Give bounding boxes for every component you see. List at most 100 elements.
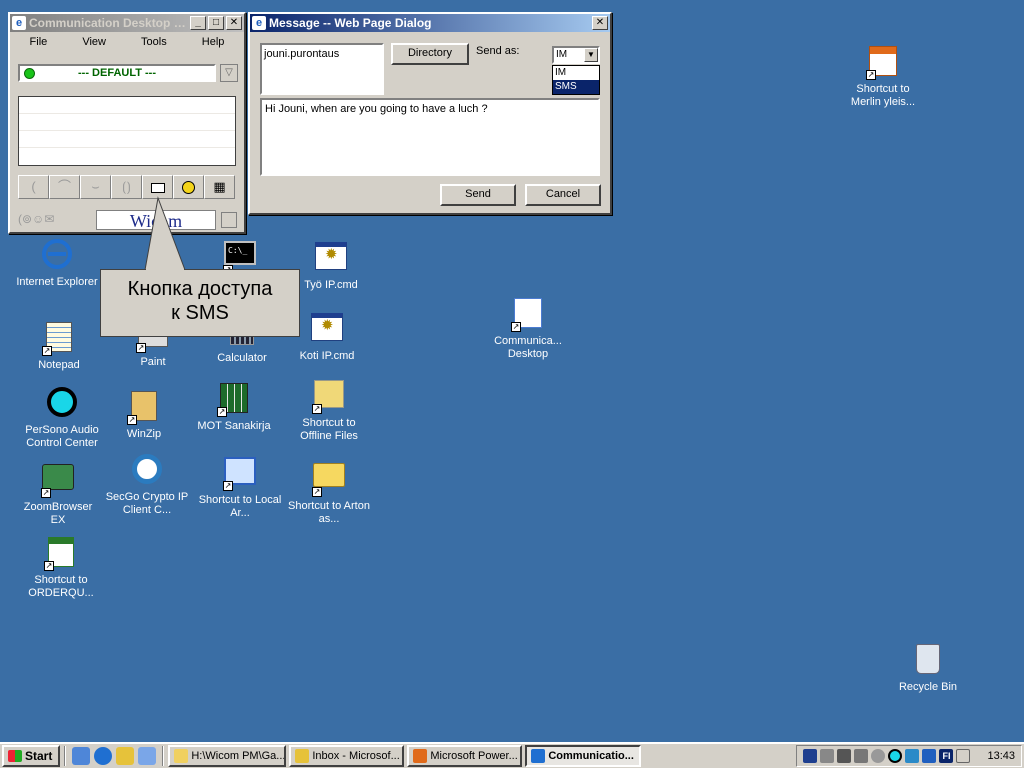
answer-icon[interactable]: ⌣ [80, 175, 111, 199]
desktop-icon-secgo[interactable]: SecGo Crypto IP Client C... [105, 452, 189, 517]
quicklaunch-app-icon[interactable] [138, 747, 157, 765]
desktop-icon-notepad[interactable]: ↗ Notepad [17, 320, 101, 372]
speaker-icon [47, 387, 77, 417]
desktop-icon-recycle-bin[interactable]: Recycle Bin [886, 642, 970, 694]
send-button[interactable]: Send [440, 184, 516, 206]
keyboard-icon[interactable] [956, 749, 971, 763]
menu-file[interactable]: File [30, 36, 48, 54]
script-icon [311, 313, 343, 341]
transfer-icon[interactable]: ⟮⟯ [111, 175, 142, 199]
status-row: (⊚☺✉ Wicom [16, 210, 238, 232]
presence-button[interactable] [173, 175, 204, 199]
title-bar[interactable]: e Message -- Web Page Dialog ✕ [250, 14, 610, 32]
audio-icon[interactable] [888, 749, 903, 763]
camera-icon [42, 464, 74, 490]
separator [64, 746, 67, 766]
call-toolbar: ( ⌒ ⌣ ⟮⟯ ▦ [18, 175, 236, 199]
start-button[interactable]: Start [2, 745, 61, 767]
message-dialog: e Message -- Web Page Dialog ✕ jouni.pur… [248, 12, 612, 215]
list-item[interactable] [19, 97, 235, 114]
callout-line: к SMS [171, 302, 229, 324]
close-icon[interactable]: ✕ [592, 16, 608, 30]
desktop-icon-arton[interactable]: ↗ Shortcut to Arton as... [287, 457, 371, 526]
icon-label: Shortcut to Offline Files [300, 417, 358, 442]
callout-line: Кнопка доступа [127, 278, 273, 300]
window-title: Communication Desktop - ... [29, 16, 188, 30]
desktop-icon-winzip[interactable]: ↗ WinZip [102, 389, 186, 441]
minimize-icon[interactable]: _ [190, 16, 206, 30]
clock[interactable]: 13:43 [987, 750, 1015, 762]
arrow-icon[interactable] [922, 749, 937, 763]
display-icon[interactable] [854, 749, 869, 763]
desktop-icon-merlin[interactable]: ↗ Shortcut to Merlin yleis... [841, 44, 925, 109]
title-bar[interactable]: e Communication Desktop - ... _ □ ✕ [10, 14, 244, 32]
chevron-down-icon[interactable]: ▽ [220, 64, 238, 82]
chevron-down-icon[interactable]: ▼ [584, 48, 598, 62]
recipient-field[interactable]: jouni.purontaus [260, 43, 384, 95]
message-textarea[interactable]: Hi Jouni, when are you going to have a l… [260, 98, 600, 176]
menu-view[interactable]: View [82, 36, 106, 54]
desktop-icon-orderqu[interactable]: ↗ Shortcut to ORDERQU... [19, 535, 103, 600]
desktop-icon-zoombrowser[interactable]: ↗ ZoomBrowser EX [16, 460, 100, 527]
directory-button[interactable]: Directory [391, 43, 469, 65]
icon-label: SecGo Crypto IP Client C... [105, 491, 189, 516]
folder-icon [174, 749, 189, 763]
outlook-icon [295, 749, 310, 763]
cancel-button[interactable]: Cancel [525, 184, 601, 206]
volume-icon[interactable] [820, 749, 835, 763]
language-indicator[interactable]: FI [939, 749, 954, 763]
desktop-icon-comm-desktop[interactable]: ↗ Communica... Desktop [486, 296, 570, 361]
recipient-value: jouni.purontaus [264, 48, 340, 60]
option-im[interactable]: IM [553, 66, 599, 80]
icon-label: Shortcut to Arton as... [288, 500, 370, 525]
maximize-icon[interactable]: □ [208, 16, 224, 30]
network-icon[interactable] [837, 749, 852, 763]
hangup-icon[interactable]: ⌒ [49, 175, 80, 199]
list-item[interactable] [19, 114, 235, 131]
icon-label: Shortcut to Local Ar... [198, 494, 282, 519]
menu-help[interactable]: Help [202, 36, 225, 54]
list-item[interactable] [19, 131, 235, 148]
sms-button[interactable] [142, 175, 173, 199]
taskbar-item-inbox[interactable]: Inbox - Microsof... [289, 745, 405, 767]
desktop-icon-mot[interactable]: ↗ MOT Sanakirja [192, 381, 276, 433]
option-sms[interactable]: SMS [553, 80, 599, 94]
annotation-callout: Кнопка доступа к SMS [100, 269, 300, 337]
keypad-button[interactable]: ▦ [204, 175, 235, 199]
taskbar-item-communication[interactable]: Communicatio... [525, 745, 642, 767]
quicklaunch-ie-icon[interactable] [94, 747, 113, 765]
icon-label: Communica... Desktop [494, 335, 562, 360]
taskbar-item-powerpoint[interactable]: Microsoft Power... [407, 745, 523, 767]
desktop-icon-persono[interactable]: PerSono Audio Control Center [20, 385, 104, 450]
icon-label: Työ IP.cmd [304, 279, 358, 291]
send-as-select[interactable]: IM ▼ [552, 46, 600, 64]
task-label: Microsoft Power... [430, 750, 518, 762]
presence-status-icon [24, 68, 35, 79]
contact-list[interactable] [18, 96, 236, 166]
app-icon: e [252, 16, 266, 30]
menu-tools[interactable]: Tools [141, 36, 167, 54]
quicklaunch-desktop-icon[interactable] [72, 747, 91, 765]
internet-explorer-icon [42, 239, 72, 269]
icon-label: WinZip [126, 428, 162, 440]
quicklaunch-outlook-icon[interactable] [116, 747, 135, 765]
desktop-icon-local-ar[interactable]: ↗ Shortcut to Local Ar... [198, 454, 282, 520]
dial-icon[interactable]: ( [18, 175, 49, 199]
task-label: H:\Wicom PM\Ga... [191, 750, 286, 762]
icon-label: Internet Explorer [16, 276, 98, 288]
resize-icon[interactable] [221, 212, 237, 228]
profile-selector[interactable]: --- DEFAULT --- [18, 64, 216, 82]
icon-label: ZoomBrowser EX [23, 501, 93, 526]
status-icons: (⊚☺✉ [18, 212, 55, 226]
desktop-icon-internet-explorer[interactable]: Internet Explorer [15, 237, 99, 289]
settings-icon[interactable] [871, 749, 886, 763]
desktop-icon-tyo-ip[interactable]: Työ IP.cmd [289, 239, 373, 292]
icon-label: Recycle Bin [898, 681, 958, 693]
filter-icon[interactable] [905, 749, 920, 763]
taskbar-item-explorer[interactable]: H:\Wicom PM\Ga... [168, 745, 287, 767]
close-icon[interactable]: ✕ [226, 16, 242, 30]
desktop-icon-offline-files[interactable]: ↗ Shortcut to Offline Files [287, 377, 371, 443]
message-text: Hi Jouni, when are you going to have a l… [265, 103, 488, 115]
shield-icon[interactable] [803, 749, 818, 763]
icon-label: PerSono Audio Control Center [25, 424, 99, 449]
